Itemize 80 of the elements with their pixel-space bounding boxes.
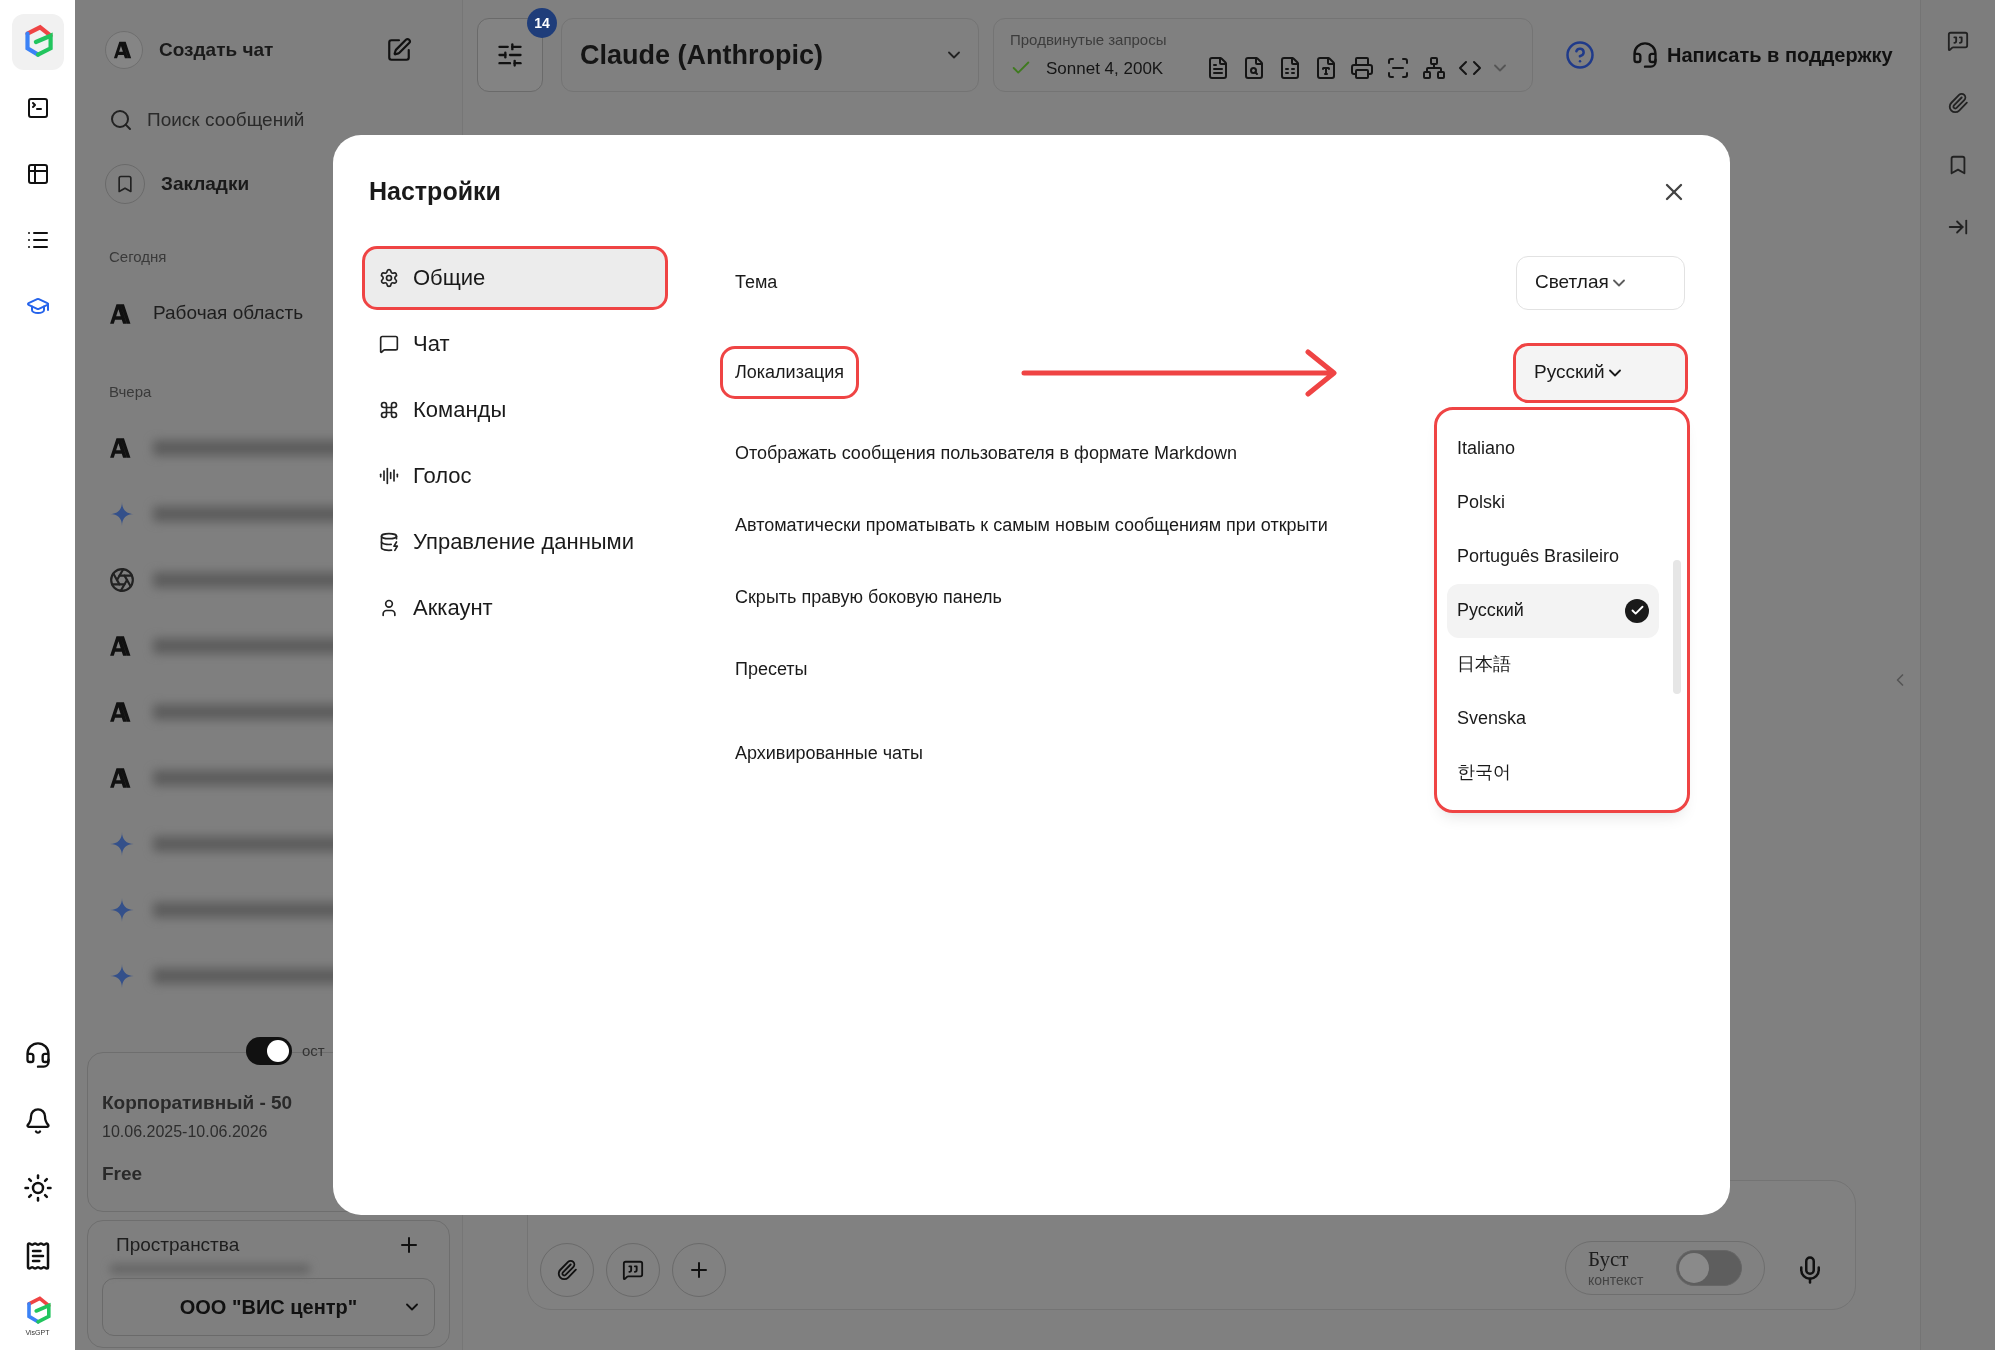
count-badge: 14 (527, 8, 557, 38)
language-option[interactable]: Русский (1447, 583, 1659, 638)
bookmark-icon (115, 174, 135, 194)
chevron-down-icon (948, 51, 960, 59)
setting-select[interactable]: Светлая (1516, 255, 1685, 310)
aperture-icon (109, 567, 135, 593)
settings-tab[interactable]: Аккаунт (365, 578, 665, 637)
settings-tab[interactable]: Управление данными (365, 512, 665, 571)
chevron-down-icon (1612, 278, 1625, 287)
audio-lines-icon (379, 465, 399, 486)
plan-name: Корпоративный - 50 (102, 1091, 294, 1115)
model-select[interactable]: Claude (Anthropic) (561, 18, 979, 92)
toggle-label: ост (302, 1040, 325, 1061)
settings-tab[interactable]: Общие (365, 248, 665, 307)
language-option[interactable]: 한국어 (1447, 745, 1659, 800)
language-option[interactable]: Svenska (1447, 691, 1659, 746)
app-logo[interactable] (11, 14, 64, 70)
model-version: Sonnet 4, 200K (1046, 57, 1165, 80)
chevron-down-icon (1494, 64, 1506, 73)
search-field[interactable]: Поиск сообщений (87, 90, 450, 150)
search-icon (109, 108, 133, 132)
user-icon (379, 597, 399, 618)
boost-sublabel: контекст (1588, 1273, 1644, 1287)
new-chat-label[interactable]: Создать чат (159, 35, 274, 65)
table-icon[interactable] (25, 162, 50, 186)
terminal-icon[interactable] (25, 96, 50, 120)
scan-icon[interactable] (1386, 56, 1410, 81)
group-heading: Сегодня (109, 247, 167, 267)
help-icon[interactable] (1565, 40, 1595, 70)
setting-label: Архивированные чаты (735, 742, 923, 765)
paperclip-icon (556, 1259, 578, 1281)
bell-icon[interactable] (23, 1107, 52, 1135)
toggle-switch[interactable] (246, 1037, 292, 1065)
document-icon[interactable] (1206, 56, 1230, 81)
file-search-icon[interactable] (1242, 56, 1266, 81)
chat-title[interactable]: Рабочая область (153, 299, 304, 328)
sun-icon[interactable] (22, 1173, 53, 1203)
setting-label: Отображать сообщения пользователя в формате Markdown (735, 442, 1237, 465)
bookmarks-label[interactable]: Закладки (161, 169, 250, 199)
panel-label: Продвинутые запросы (1010, 30, 1168, 50)
language-option[interactable]: 日本語 (1447, 637, 1659, 692)
quote-bubble-icon[interactable] (1947, 30, 1969, 52)
sliders-icon (496, 41, 524, 69)
setting-select[interactable]: Русский (1516, 345, 1685, 400)
plan-period: 10.06.2025-10.06.2026 (102, 1121, 269, 1142)
spreadsheet-icon[interactable] (1278, 56, 1302, 81)
new-chat-icon[interactable] (386, 37, 412, 63)
setting-label: Пресеты (735, 658, 808, 681)
headset-icon (1631, 41, 1659, 69)
headset-icon[interactable] (23, 1041, 52, 1069)
command-icon (379, 399, 399, 420)
speech-bubble-icon (379, 333, 399, 354)
language-option[interactable]: Polski (1447, 475, 1659, 530)
boost-label: Буст (1588, 1249, 1630, 1270)
file-type-icon[interactable] (1314, 56, 1338, 81)
language-option[interactable]: Italiano (1447, 421, 1659, 476)
printer-icon[interactable] (1350, 56, 1374, 81)
database-icon (379, 531, 399, 552)
search-placeholder: Поиск сообщений (147, 107, 305, 132)
network-icon[interactable] (1422, 56, 1446, 81)
settings-icon (379, 267, 399, 288)
space-select[interactable]: ООО "ВИС центр" (102, 1277, 435, 1336)
setting-label: Локализация (723, 349, 857, 396)
support-button[interactable]: Написать в поддержку (1631, 40, 1893, 70)
settings-tab[interactable]: Голос (365, 446, 665, 505)
paperclip-icon[interactable] (1947, 92, 1969, 114)
quote-bubble-icon (622, 1259, 644, 1281)
chevron-down-icon (406, 1302, 418, 1311)
setting-label: Скрыть правую боковую панель (735, 586, 1002, 609)
settings-tab[interactable]: Чат (365, 314, 665, 373)
plan-tier-label: Free (102, 1161, 144, 1186)
boost-switch[interactable] (1676, 1250, 1742, 1286)
dialog-title: Настройки (369, 176, 501, 207)
spaces-title: Пространства (116, 1233, 240, 1257)
chevron-down-icon (1608, 368, 1621, 377)
group-heading: Вчера (109, 381, 152, 402)
setting-label: Автоматически проматывать к самым новым сообщениям при открыти (735, 514, 1328, 537)
language-option[interactable]: Português Brasileiro (1447, 529, 1659, 584)
settings-tab[interactable]: Команды (365, 380, 665, 439)
setting-label: Тема (735, 271, 778, 294)
